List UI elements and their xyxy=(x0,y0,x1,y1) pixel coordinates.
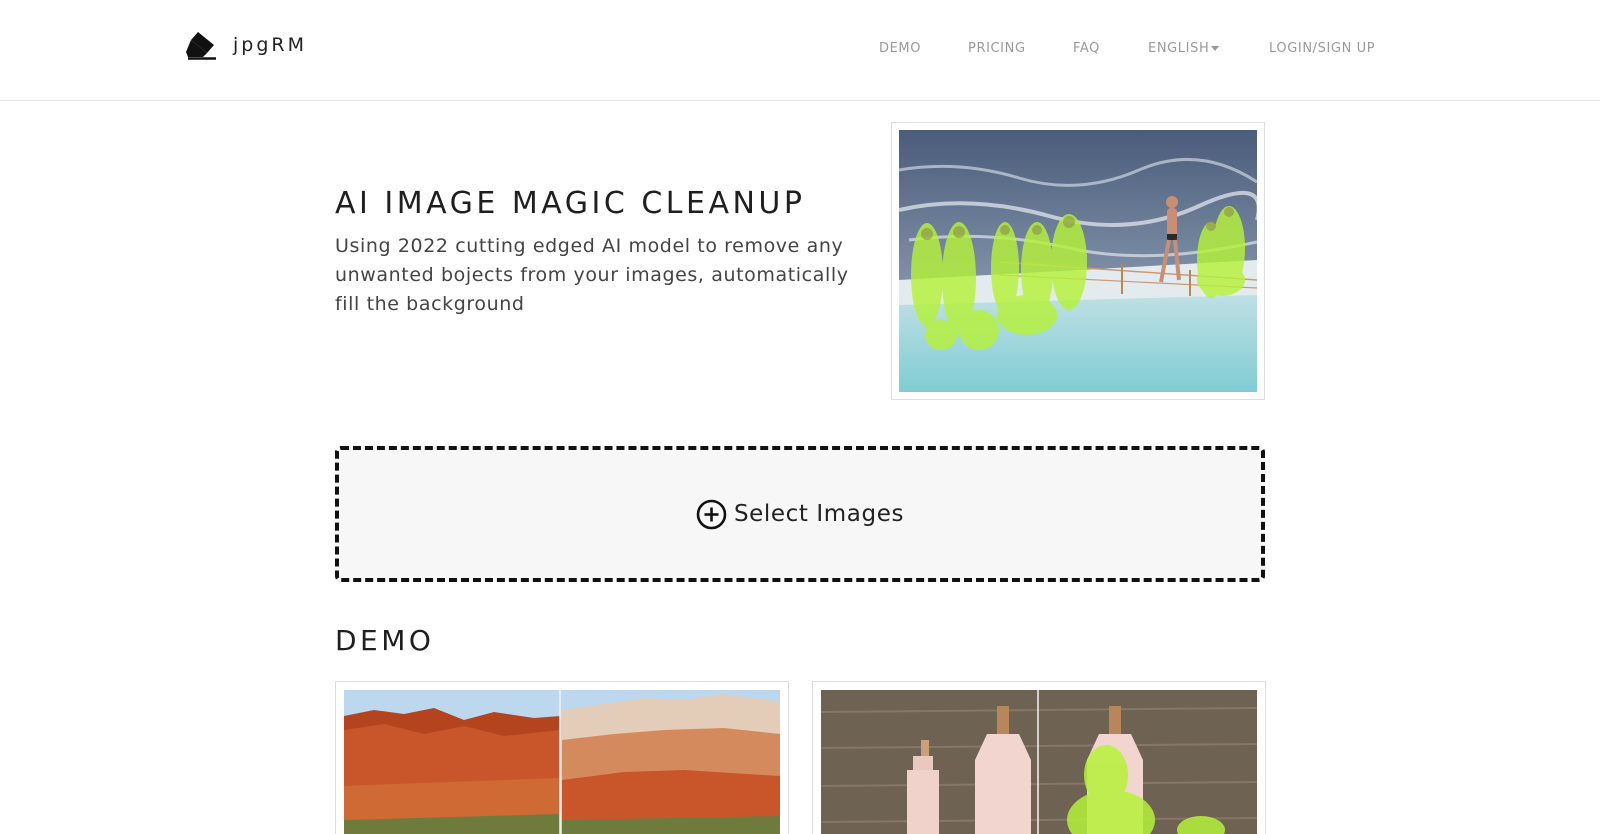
demo-card-bottles[interactable] xyxy=(812,681,1266,834)
plus-circle-icon xyxy=(696,499,727,529)
navbar: jpgRM DEMO PRICING FAQ ENGLISH LOGIN/SIG… xyxy=(0,0,1600,101)
nav-pricing-link[interactable]: PRICING xyxy=(968,41,1026,56)
language-label: ENGLISH xyxy=(1148,41,1210,56)
select-images-label: Select Images xyxy=(733,501,905,527)
nav-faq-link[interactable]: FAQ xyxy=(1073,41,1100,56)
language-dropdown[interactable]: ENGLISH xyxy=(1148,41,1220,56)
hero-title: AI IMAGE MAGIC CLEANUP xyxy=(335,186,806,221)
image-upload-dropzone[interactable]: Select Images xyxy=(335,446,1265,582)
hero-description: Using 2022 cutting edged AI model to rem… xyxy=(335,235,849,315)
login-signup-link[interactable]: LOGIN/SIGN UP xyxy=(1269,41,1375,56)
hero-example-image xyxy=(899,130,1257,392)
nav-demo-link[interactable]: DEMO xyxy=(879,41,921,56)
hero-image-frame xyxy=(891,122,1265,400)
main-nav: DEMO PRICING FAQ ENGLISH LOGIN/SIGN UP xyxy=(0,0,1600,100)
demo-section-title: DEMO xyxy=(335,624,435,657)
demo-canyon-image xyxy=(344,690,780,834)
select-images-button[interactable]: Select Images xyxy=(696,499,904,530)
demo-bottles-image xyxy=(821,690,1257,834)
demo-card-canyon[interactable] xyxy=(335,681,789,834)
caret-down-icon xyxy=(1211,46,1220,51)
